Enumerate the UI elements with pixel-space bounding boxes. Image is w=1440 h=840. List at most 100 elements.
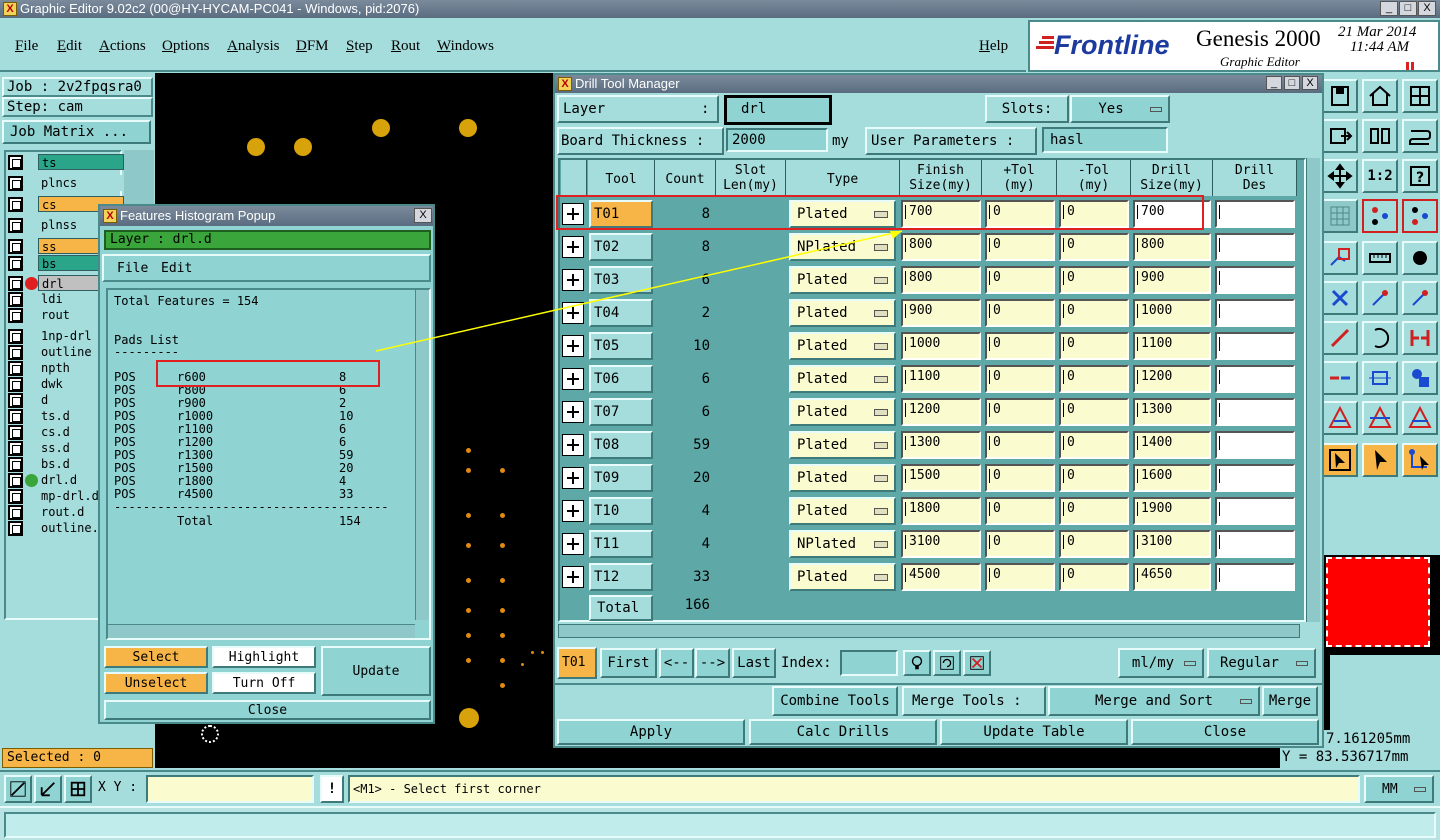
plus-tolerance-input[interactable]: 0 bbox=[985, 464, 1055, 492]
tool-type-dropdown[interactable]: Plated bbox=[789, 332, 896, 360]
tool-button[interactable]: T03 bbox=[589, 266, 653, 294]
snap-mode-icon[interactable] bbox=[1402, 199, 1438, 233]
drill-maximize-button[interactable]: □ bbox=[1284, 76, 1300, 90]
minus-tolerance-input[interactable]: 0 bbox=[1059, 299, 1129, 327]
home-icon[interactable] bbox=[1362, 79, 1398, 113]
drill-designator-input[interactable] bbox=[1215, 266, 1295, 294]
drill-size-input[interactable]: 1200 bbox=[1133, 365, 1211, 393]
finish-size-input[interactable]: 1200 bbox=[901, 398, 981, 426]
layer-checkbox[interactable] bbox=[8, 409, 23, 424]
layer-checkbox[interactable] bbox=[8, 441, 23, 456]
tool-button[interactable]: T10 bbox=[589, 497, 653, 525]
tool-button[interactable]: T09 bbox=[589, 464, 653, 492]
tool-type-dropdown[interactable]: Plated bbox=[789, 299, 896, 327]
line-icon[interactable] bbox=[1322, 321, 1358, 355]
histogram-vertical-scrollbar[interactable] bbox=[415, 290, 429, 620]
drill-size-input[interactable]: 900 bbox=[1133, 266, 1211, 294]
layer-checkbox[interactable] bbox=[8, 176, 23, 191]
plus-tolerance-input[interactable]: 0 bbox=[985, 365, 1055, 393]
plus-tolerance-input[interactable]: 0 bbox=[985, 299, 1055, 327]
layer-checkbox[interactable] bbox=[8, 218, 23, 233]
move-icon[interactable] bbox=[1322, 119, 1358, 153]
plus-tolerance-input[interactable]: 0 bbox=[985, 398, 1055, 426]
units-dropdown[interactable]: ml/my bbox=[1118, 648, 1204, 678]
menu-help[interactable]: Help bbox=[979, 38, 1008, 55]
layer-checkbox[interactable] bbox=[8, 308, 23, 323]
layer-checkbox[interactable] bbox=[8, 256, 23, 271]
mirror-icon[interactable] bbox=[1362, 119, 1398, 153]
plus-tolerance-input[interactable]: 0 bbox=[985, 497, 1055, 525]
tool-type-dropdown[interactable]: NPlated bbox=[789, 233, 896, 261]
board-thickness-input[interactable]: 2000 bbox=[726, 128, 828, 152]
merge-button[interactable]: Merge bbox=[1262, 686, 1318, 716]
drill-close-icon[interactable]: X bbox=[1302, 76, 1318, 90]
split-icon[interactable] bbox=[1402, 321, 1438, 355]
plus-tolerance-input[interactable]: 0 bbox=[985, 332, 1055, 360]
drill-designator-input[interactable] bbox=[1215, 200, 1295, 228]
close-window-button[interactable]: X bbox=[1418, 1, 1436, 16]
menu-windows[interactable]: Windows bbox=[437, 38, 494, 55]
menu-edit[interactable]: Edit bbox=[57, 38, 82, 55]
job-matrix-button[interactable]: Job Matrix ... bbox=[2, 120, 151, 144]
layer-checkbox[interactable] bbox=[8, 505, 23, 520]
drill-table-vertical-scrollbar[interactable] bbox=[1306, 158, 1320, 622]
cut-line-icon[interactable] bbox=[1322, 361, 1358, 395]
xy-input[interactable] bbox=[146, 775, 314, 803]
finish-size-input[interactable]: 3100 bbox=[901, 530, 981, 558]
drill-size-input[interactable]: 1000 bbox=[1133, 299, 1211, 327]
finish-size-input[interactable]: 1800 bbox=[901, 497, 981, 525]
expand-tool-icon[interactable] bbox=[562, 236, 584, 258]
expand-tool-icon[interactable] bbox=[562, 302, 584, 324]
drill-designator-input[interactable] bbox=[1215, 431, 1295, 459]
drill-size-input[interactable]: 1400 bbox=[1133, 431, 1211, 459]
layer-checkbox[interactable] bbox=[8, 292, 23, 307]
layer-checkbox[interactable] bbox=[8, 377, 23, 392]
drill-table-horizontal-scrollbar[interactable] bbox=[558, 624, 1300, 638]
tool-type-dropdown[interactable]: Plated bbox=[789, 563, 896, 591]
merge-mode-dropdown[interactable]: Merge and Sort bbox=[1048, 686, 1260, 716]
minus-tolerance-input[interactable]: 0 bbox=[1059, 530, 1129, 558]
update-table-button[interactable]: Update Table bbox=[940, 719, 1128, 745]
drill-designator-input[interactable] bbox=[1215, 299, 1295, 327]
overview-panel[interactable] bbox=[1322, 555, 1440, 655]
minus-tolerance-input[interactable]: 0 bbox=[1059, 464, 1129, 492]
surface-icon[interactable] bbox=[1362, 401, 1398, 435]
add-line-icon[interactable] bbox=[1362, 281, 1398, 315]
layer-checkbox[interactable] bbox=[8, 276, 23, 291]
finish-size-input[interactable]: 1300 bbox=[901, 431, 981, 459]
layer-input[interactable]: drl bbox=[724, 95, 832, 125]
zoom-1-2-icon[interactable]: 1:2 bbox=[1362, 159, 1398, 193]
arc-icon[interactable] bbox=[1362, 321, 1398, 355]
grid-toggle-icon[interactable] bbox=[64, 775, 92, 803]
tool-button[interactable]: T07 bbox=[589, 398, 653, 426]
unselect-button[interactable]: Unselect bbox=[104, 672, 208, 694]
layer-row[interactable]: ts bbox=[8, 154, 126, 170]
refresh-icon[interactable] bbox=[933, 650, 961, 676]
tool-button[interactable]: T05 bbox=[589, 332, 653, 360]
menu-step[interactable]: Step bbox=[346, 38, 373, 55]
histogram-menu-file[interactable]: File bbox=[117, 261, 148, 276]
layer-checkbox[interactable] bbox=[8, 155, 23, 170]
finish-size-input[interactable]: 1500 bbox=[901, 464, 981, 492]
minus-tolerance-input[interactable]: 0 bbox=[1059, 563, 1129, 591]
help-icon[interactable]: ? bbox=[1402, 159, 1438, 193]
add-pad-icon[interactable] bbox=[1402, 281, 1438, 315]
measure-icon[interactable] bbox=[1362, 361, 1398, 395]
plus-tolerance-input[interactable]: 0 bbox=[985, 233, 1055, 261]
histogram-horizontal-scrollbar[interactable] bbox=[108, 624, 415, 638]
drill-designator-input[interactable] bbox=[1215, 497, 1295, 525]
maximize-button[interactable]: □ bbox=[1399, 1, 1417, 16]
plus-tolerance-input[interactable]: 0 bbox=[985, 563, 1055, 591]
finish-size-input[interactable]: 4500 bbox=[901, 563, 981, 591]
first-button[interactable]: First bbox=[600, 648, 657, 678]
layer-name[interactable]: plncs bbox=[38, 175, 124, 191]
expand-tool-icon[interactable] bbox=[562, 467, 584, 489]
layer-checkbox[interactable] bbox=[8, 473, 23, 488]
turn-off-button[interactable]: Turn Off bbox=[212, 672, 316, 694]
layer-checkbox[interactable] bbox=[8, 521, 23, 536]
layer-row[interactable]: plncs bbox=[8, 175, 126, 191]
histogram-close-button[interactable]: Close bbox=[104, 700, 431, 720]
lightbulb-icon[interactable] bbox=[903, 650, 931, 676]
layer-checkbox[interactable] bbox=[8, 361, 23, 376]
tool-button[interactable]: T02 bbox=[589, 233, 653, 261]
